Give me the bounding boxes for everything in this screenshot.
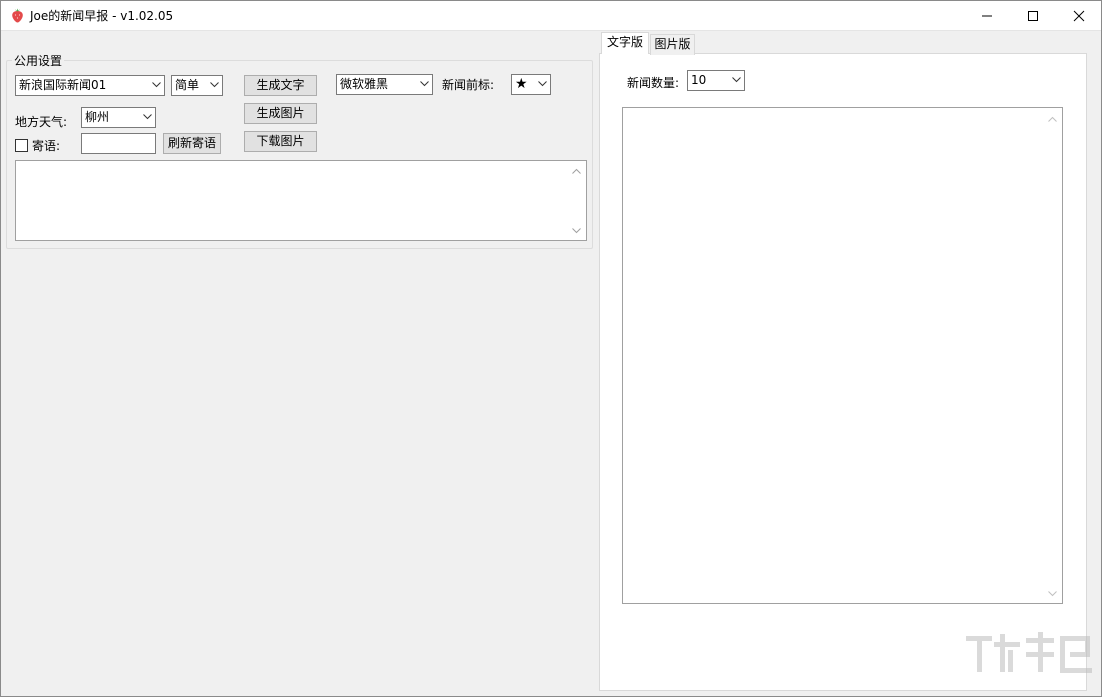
- minimize-button[interactable]: [964, 0, 1010, 31]
- generate-text-button[interactable]: 生成文字: [244, 75, 317, 96]
- minimize-icon: [982, 15, 992, 16]
- refresh-message-button[interactable]: 刷新寄语: [163, 133, 221, 154]
- download-image-button[interactable]: 下载图片: [244, 131, 317, 152]
- chevron-down-icon[interactable]: [572, 228, 581, 234]
- news-prefix-select[interactable]: ★: [511, 74, 551, 95]
- weather-label: 地方天气:: [15, 115, 68, 129]
- news-count-select[interactable]: 10: [687, 70, 745, 91]
- chevron-down-icon: [732, 77, 741, 83]
- news-prefix-value: ★: [515, 76, 528, 92]
- news-source-select[interactable]: 新浪国际新闻01: [15, 75, 165, 96]
- news-prefix-label: 新闻前标:: [442, 78, 495, 92]
- chevron-down-icon: [143, 114, 152, 120]
- message-checkbox[interactable]: [15, 139, 28, 152]
- news-source-value: 新浪国际新闻01: [19, 78, 107, 92]
- message-input[interactable]: [81, 133, 156, 154]
- window-title: Joe的新闻早报 - v1.02.05: [30, 9, 174, 23]
- news-count-value: 10: [691, 73, 707, 87]
- chevron-down-icon[interactable]: [1048, 591, 1057, 597]
- chevron-down-icon: [420, 81, 429, 87]
- chevron-up-icon[interactable]: [572, 168, 581, 174]
- message-label: 寄语:: [32, 139, 61, 153]
- font-select[interactable]: 微软雅黑: [336, 74, 433, 95]
- script-style-value: 简单: [175, 78, 200, 92]
- close-icon: [1073, 10, 1085, 21]
- maximize-icon: [1028, 10, 1038, 21]
- close-button[interactable]: [1056, 0, 1102, 31]
- weather-city-select[interactable]: 柳州: [81, 107, 156, 128]
- output-textarea[interactable]: [15, 160, 587, 241]
- weather-city-value: 柳州: [85, 110, 110, 124]
- maximize-button[interactable]: [1010, 0, 1056, 31]
- font-value: 微软雅黑: [340, 77, 389, 91]
- chevron-down-icon: [210, 82, 219, 88]
- tab-text-version[interactable]: 文字版: [601, 32, 649, 54]
- public-settings-label: 公用设置: [12, 52, 65, 69]
- content-textarea[interactable]: [622, 107, 1063, 604]
- chevron-down-icon: [538, 81, 547, 87]
- generate-image-button[interactable]: 生成图片: [244, 103, 317, 124]
- tab-image-version[interactable]: 图片版: [650, 34, 695, 55]
- strawberry-icon: [12, 8, 23, 23]
- chevron-down-icon: [152, 82, 161, 88]
- chevron-up-icon[interactable]: [1048, 116, 1057, 122]
- script-style-select[interactable]: 简单: [171, 75, 223, 96]
- news-count-label: 新闻数量:: [627, 76, 680, 90]
- watermark-logo: [966, 632, 1092, 673]
